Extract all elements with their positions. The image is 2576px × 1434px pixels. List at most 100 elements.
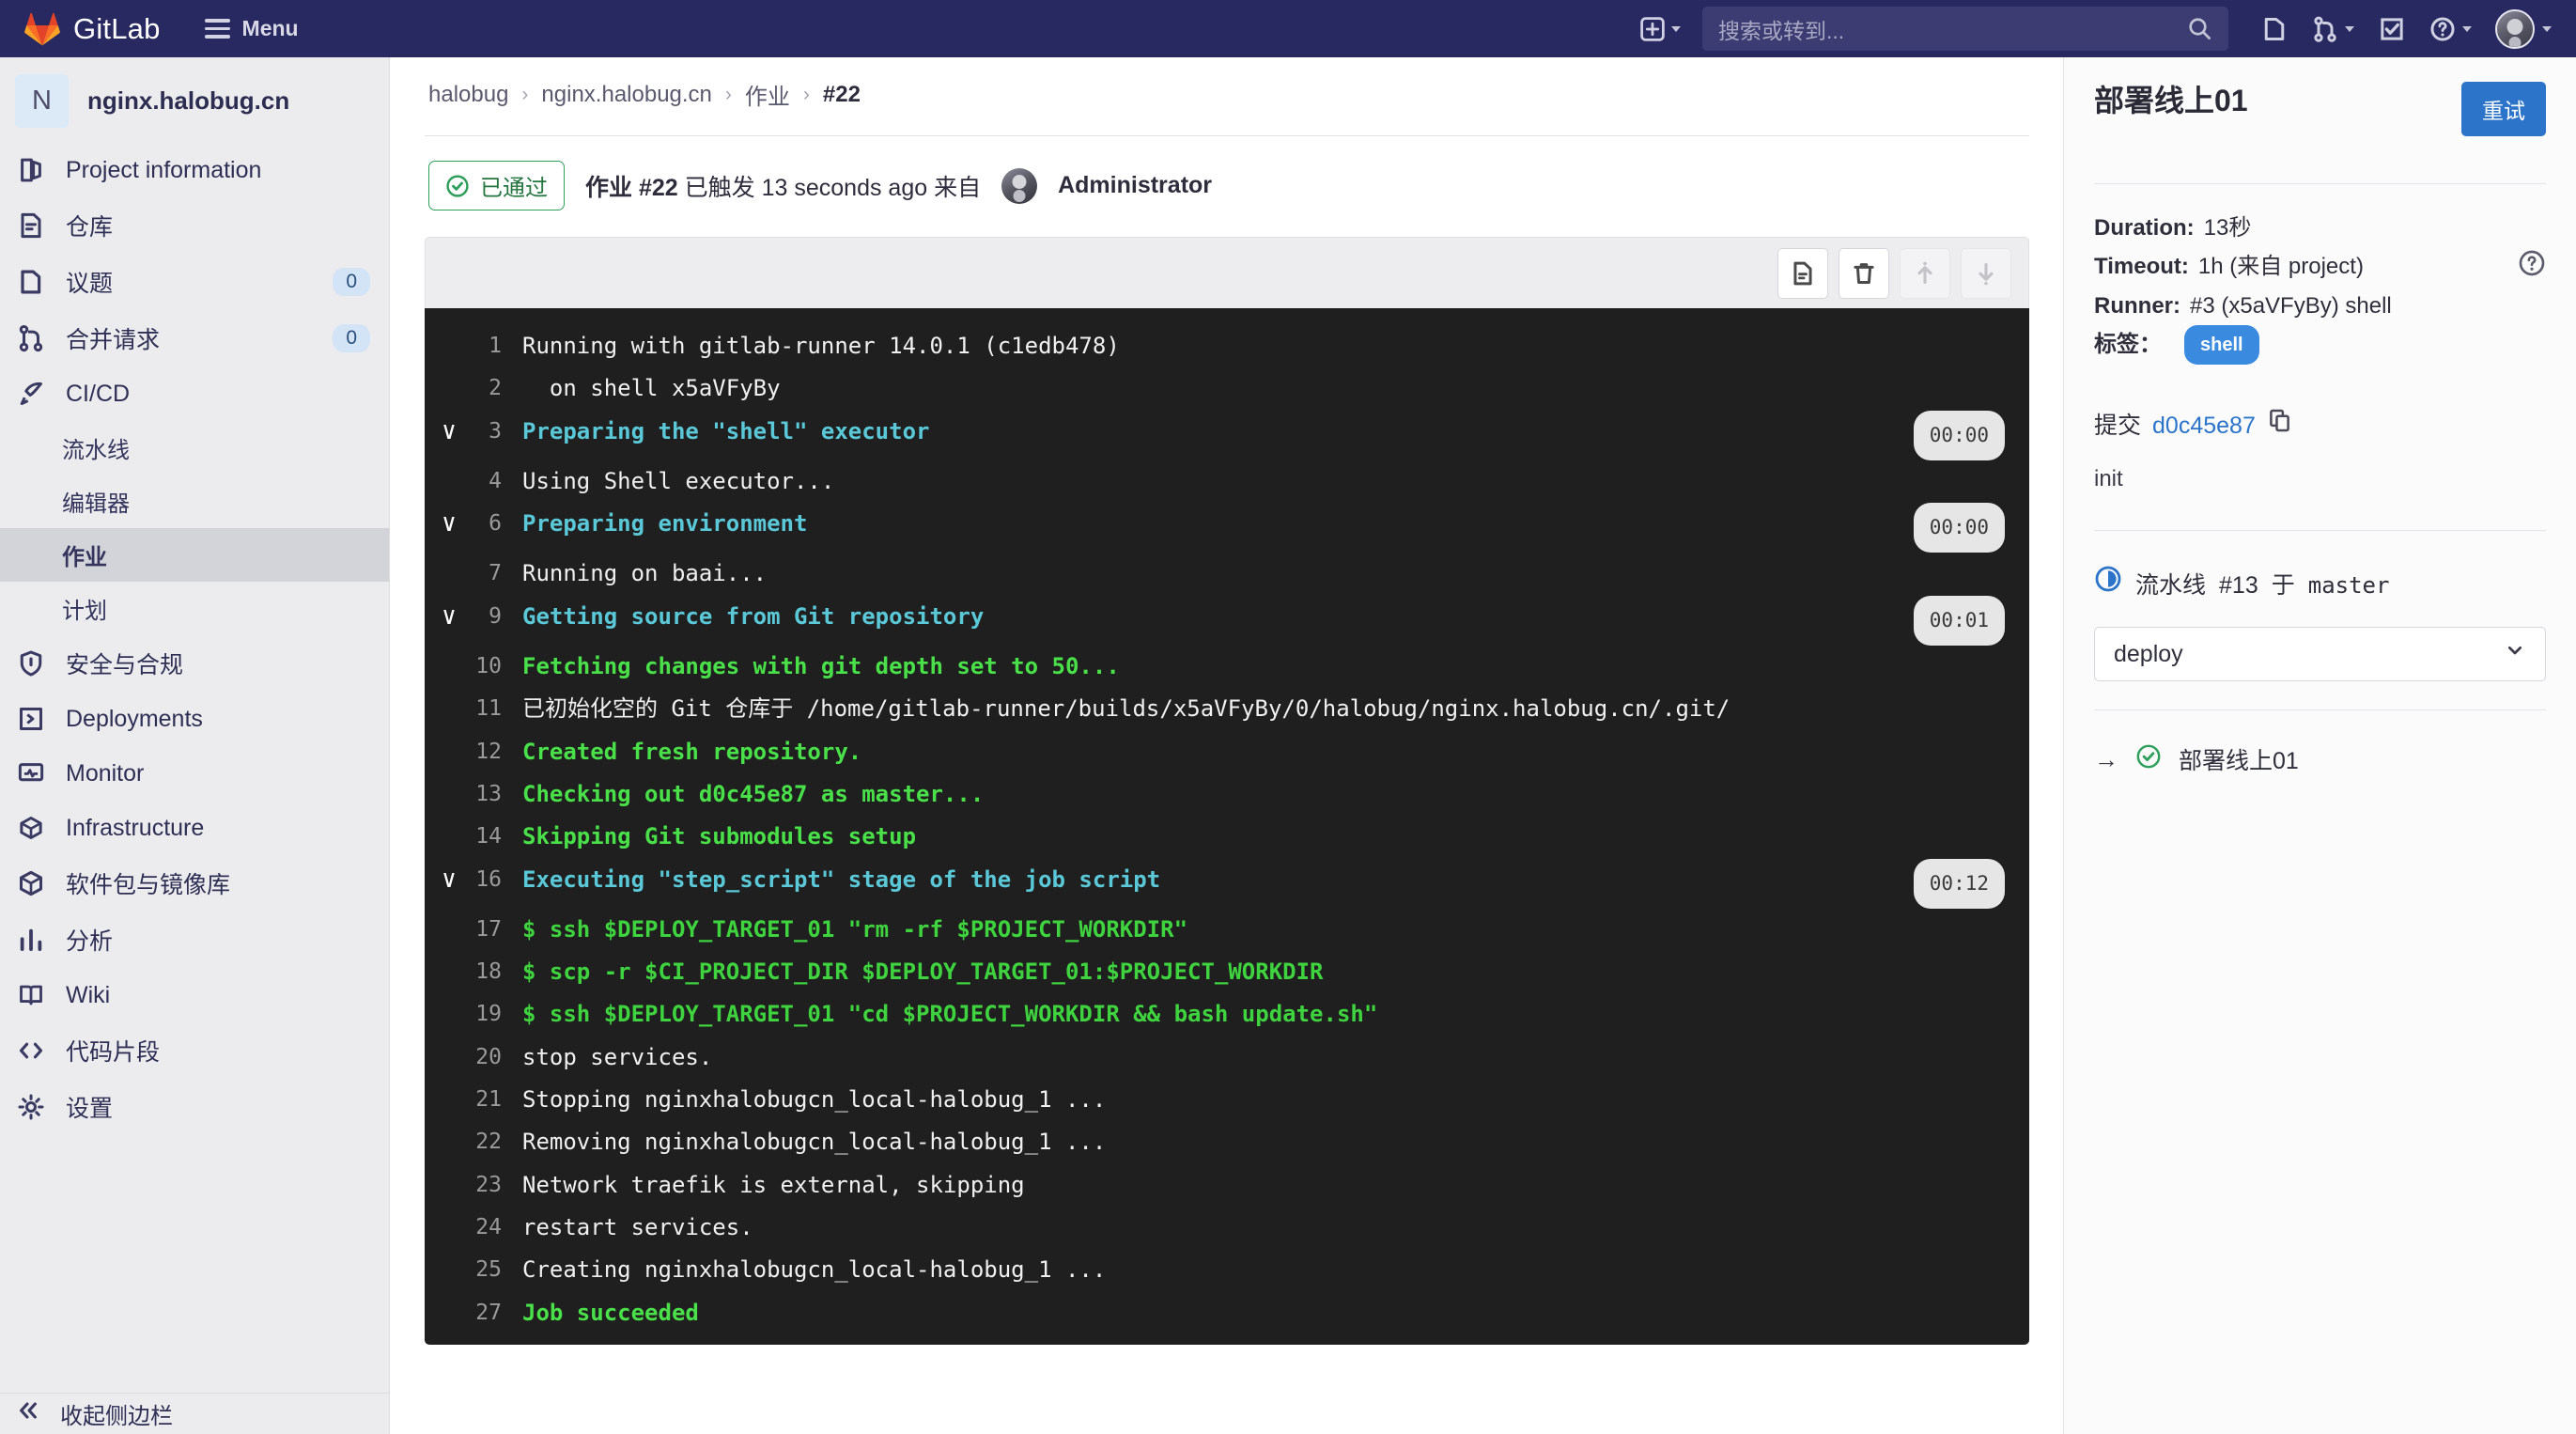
project-avatar: N [15, 74, 69, 128]
retry-button[interactable]: 重试 [2461, 82, 2546, 136]
log-line-number: 6 [489, 511, 502, 537]
raw-log-button[interactable] [1777, 247, 1828, 299]
stage-selected-value: deploy [2114, 640, 2183, 667]
chevron-down-icon[interactable]: ∨ [425, 411, 473, 453]
sidebar-subitem-label: 作业 [62, 545, 107, 570]
sidebar-item-deployments[interactable]: Deployments [0, 692, 389, 746]
timeout-row: Timeout: 1h (来自 project) [2094, 247, 2546, 286]
sidebar-item-wiki[interactable]: Wiki [0, 968, 389, 1022]
log-line-number: 11 [475, 696, 502, 722]
breadcrumb: halobug › nginx.halobug.cn › 作业 › #22 [425, 57, 2029, 136]
sidebar-item-editor[interactable]: 编辑器 [0, 475, 389, 528]
issues-icon [15, 266, 47, 298]
log-line-number: 14 [475, 824, 502, 849]
help-nav-button[interactable] [2417, 8, 2484, 50]
sidebar-project-header[interactable]: N nginx.halobug.cn [0, 57, 389, 143]
help-icon [2430, 16, 2455, 41]
log-line[interactable]: ∨ 6 Preparing environment 00:00 [425, 503, 2029, 553]
breadcrumb-group[interactable]: halobug [428, 82, 508, 108]
sidebar-item-pipelines[interactable]: 流水线 [0, 421, 389, 475]
log-line-text: Removing nginxhalobugcn_local-halobug_1 … [522, 1129, 1107, 1156]
sidebar-item-security-compliance[interactable]: 安全与合规 [0, 635, 389, 692]
sidebar-item-packages-registries[interactable]: 软件包与镜像库 [0, 855, 389, 912]
merge-requests-nav-button[interactable] [2300, 8, 2367, 50]
sidebar-item-jobs[interactable]: 作业 [0, 528, 389, 582]
issues-nav-button[interactable] [2249, 8, 2300, 50]
log-line[interactable]: ∨ 3 Preparing the "shell" executor 00:00 [425, 410, 2029, 460]
project-info-icon [15, 154, 47, 186]
commit-section: 提交 d0c45e87 init [2064, 365, 2576, 498]
job-log[interactable]: 1 Running with gitlab-runner 14.0.1 (c1ed… [425, 308, 2029, 1345]
main-menu-button[interactable]: Menu [204, 16, 299, 41]
job-name-title: 部署线上01 [2094, 84, 2248, 117]
chevron-down-icon[interactable]: ∨ [425, 859, 473, 901]
stage-job-entry[interactable]: → 部署线上01 [2064, 742, 2576, 776]
collapse-icon [15, 1397, 41, 1430]
job-author[interactable]: Administrator [1058, 172, 1212, 199]
job-details-list: Duration: 13秒 Timeout: 1h (来自 project) R… [2064, 184, 2576, 366]
document-icon [1793, 261, 1812, 285]
erase-job-button[interactable] [1839, 247, 1889, 299]
log-line: 22 Removing nginxhalobugcn_local-halobug_… [425, 1121, 2029, 1163]
sidebar-item-merge-requests[interactable]: 合并请求 0 [0, 310, 389, 366]
sidebar-item-schedules[interactable]: 计划 [0, 582, 389, 635]
log-line: 12 Created fresh repository. [425, 731, 2029, 773]
copy-icon[interactable] [2267, 406, 2292, 446]
collapse-sidebar-button[interactable]: 收起侧边栏 [0, 1393, 389, 1434]
author-avatar[interactable] [1001, 167, 1038, 204]
pipeline-ref[interactable]: master [2308, 567, 2390, 605]
help-icon[interactable] [2518, 249, 2546, 289]
todos-nav-button[interactable] [2367, 8, 2417, 50]
sidebar-item-label: Wiki [66, 981, 111, 1008]
log-line-text: on shell x5aVFyBy [522, 375, 781, 402]
sidebar-item-label: Infrastructure [66, 814, 205, 841]
log-line[interactable]: ∨ 16 Executing "step_script" stage of the … [425, 858, 2029, 909]
sidebar-item-issues[interactable]: 议题 0 [0, 254, 389, 310]
stage-dropdown[interactable]: deploy [2094, 627, 2546, 682]
log-line: 13 Checking out d0c45e87 as master... [425, 773, 2029, 816]
sidebar-item-label: 软件包与镜像库 [66, 872, 231, 898]
snippets-icon [15, 1035, 47, 1067]
log-line-number: 16 [475, 866, 502, 892]
log-line-number: 3 [489, 418, 502, 444]
log-line-text: Checking out d0c45e87 as master... [522, 780, 985, 807]
pipeline-number[interactable]: #13 [2219, 566, 2258, 606]
breadcrumb-project[interactable]: nginx.halobug.cn [541, 82, 711, 108]
log-line-number: 13 [475, 781, 502, 806]
search-input[interactable]: 搜索或转到... [1702, 7, 2228, 51]
scroll-bottom-button[interactable] [1961, 247, 2011, 299]
log-line-number: 1 [489, 334, 502, 358]
chevron-down-icon [1671, 25, 1681, 32]
log-line-number: 21 [475, 1087, 502, 1113]
scroll-top-button[interactable] [1900, 247, 1950, 299]
tag-badge: shell [2184, 324, 2259, 366]
sidebar-item-label: 合并请求 [66, 327, 161, 353]
sidebar-item-repository[interactable]: 仓库 [0, 197, 389, 254]
sidebar-item-project-information[interactable]: Project information [0, 143, 389, 197]
user-menu-button[interactable] [2495, 8, 2552, 49]
sidebar-item-monitor[interactable]: Monitor [0, 746, 389, 801]
hamburger-icon [204, 19, 230, 39]
log-line[interactable]: ∨ 9 Getting source from Git repository 00:0… [425, 595, 2029, 647]
sidebar-item-settings[interactable]: 设置 [0, 1079, 389, 1135]
log-line-text: Preparing environment [522, 510, 808, 538]
sidebar-item-cicd[interactable]: CI/CD [0, 366, 389, 421]
job-number: #22 [638, 174, 678, 201]
arrow-up-icon [1917, 261, 1932, 284]
sidebar-item-analytics[interactable]: 分析 [0, 912, 389, 968]
breadcrumb-section[interactable]: 作业 [745, 78, 790, 111]
chevron-down-icon[interactable]: ∨ [425, 503, 473, 545]
commit-sha-link[interactable]: d0c45e87 [2152, 406, 2256, 446]
job-details-sidebar: 部署线上01 重试 Duration: 13秒 Timeout: 1h (来自 … [2063, 57, 2576, 1434]
sidebar-item-snippets[interactable]: 代码片段 [0, 1022, 389, 1079]
chevron-down-icon[interactable]: ∨ [425, 596, 473, 638]
log-line-number: 25 [475, 1257, 502, 1283]
sidebar-item-label: CI/CD [66, 380, 131, 407]
gitlab-brand[interactable]: GitLab [24, 12, 161, 46]
log-section-duration: 00:00 [1913, 503, 2005, 553]
new-item-dropdown[interactable] [1628, 9, 1693, 49]
log-line-text: Getting source from Git repository [522, 602, 985, 630]
status-badge[interactable]: 已通过 [428, 161, 565, 210]
rocket-icon [15, 378, 47, 410]
sidebar-item-infrastructure[interactable]: Infrastructure [0, 801, 389, 855]
